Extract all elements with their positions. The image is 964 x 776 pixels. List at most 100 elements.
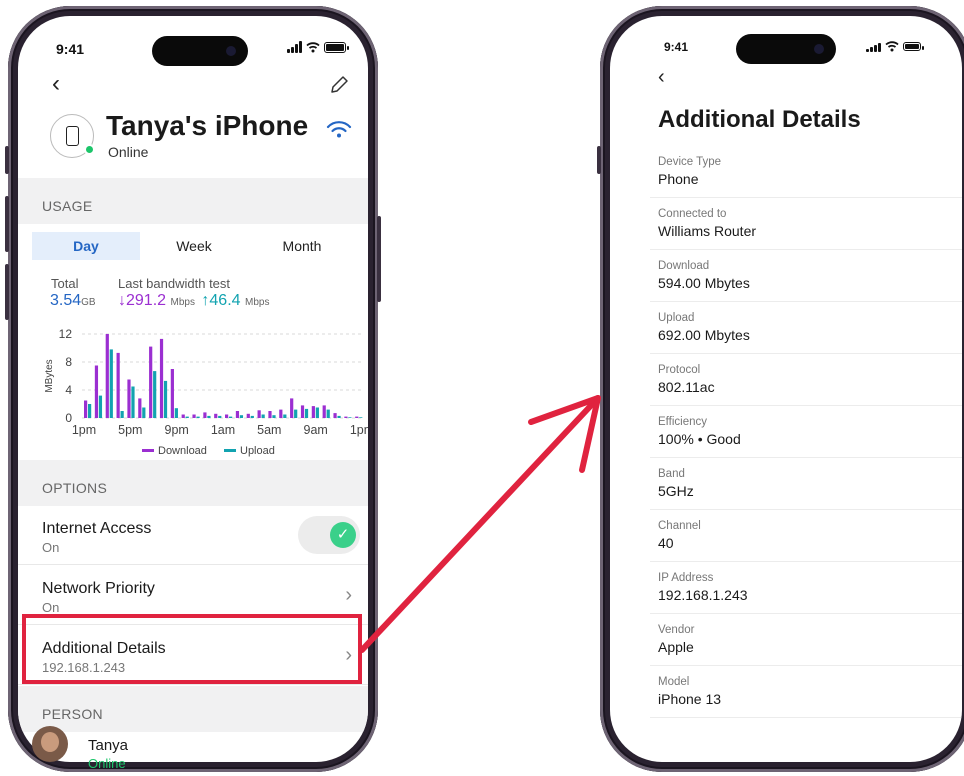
details-screen: 9:41 ‹ Additional Details Device Type Pho… (610, 16, 962, 762)
person-status: Online (88, 756, 126, 771)
x-tick-label: 1pm (350, 423, 368, 437)
cellular-signal-icon (287, 41, 302, 53)
upload-bar (283, 414, 287, 418)
battery-icon (324, 41, 349, 53)
download-bar (225, 414, 229, 418)
detail-value: 192.168.1.243 (658, 587, 748, 603)
download-arrow-icon: ↓ (118, 292, 126, 309)
pencil-icon[interactable] (328, 74, 350, 96)
upload-bar (196, 416, 200, 418)
download-bar (333, 413, 337, 418)
detail-label: Upload (658, 312, 695, 324)
upload-bar (272, 415, 276, 418)
wifi-status-icon (885, 41, 899, 52)
legend-swatch (142, 449, 154, 452)
download-bar (214, 413, 218, 418)
upload-bar (218, 415, 222, 418)
battery-icon (903, 41, 924, 51)
detail-row: Vendor Apple (650, 614, 962, 666)
detail-row: Device Type Phone (650, 146, 962, 198)
x-tick-label: 5am (257, 423, 281, 437)
detail-label: Vendor (658, 624, 695, 636)
detail-value: 692.00 Mbytes (658, 327, 750, 343)
upload-bar (131, 386, 135, 418)
detail-value: 5GHz (658, 483, 694, 499)
detail-value: Phone (658, 171, 699, 187)
download-bar (138, 398, 142, 418)
download-bar (149, 346, 153, 418)
back-chevron-icon[interactable]: ‹ (52, 70, 60, 98)
download-bar (203, 412, 207, 418)
upload-bar (88, 404, 92, 418)
device-status: Online (108, 144, 149, 160)
download-bar (105, 334, 109, 418)
download-bar (116, 352, 120, 418)
upload-bar (98, 395, 103, 418)
detail-row: Band 5GHz (650, 458, 962, 510)
usage-period-tabs: Day Week Month (32, 232, 356, 260)
upload-bar (337, 415, 341, 418)
upload-bar (229, 416, 233, 418)
download-speed: 291.2 (126, 292, 167, 309)
x-tick-label: 5pm (118, 423, 142, 437)
total-amount: 3.54 (50, 292, 82, 309)
download-bar (127, 379, 131, 418)
detail-label: Channel (658, 520, 701, 532)
tab-week[interactable]: Week (140, 232, 248, 260)
right-phone-frame: 9:41 ‹ Additional Details Device Type Pho… (597, 6, 964, 772)
detail-row: Download 594.00 Mbytes (650, 250, 962, 302)
download-bar (192, 414, 196, 418)
back-chevron-icon[interactable]: ‹ (658, 66, 665, 89)
x-tick-label: 9pm (165, 423, 189, 437)
download-bar (257, 410, 261, 418)
legend-label: Download (158, 445, 207, 457)
detail-row: Efficiency 100% • Good (650, 406, 962, 458)
dynamic-island (152, 36, 248, 66)
detail-value: 802.11ac (658, 379, 715, 395)
detail-row: Upload 692.00 Mbytes (650, 302, 962, 354)
download-bar (300, 405, 305, 418)
usage-bar-chart: 04812MBytes1pm5pm9pm1am5am9am1pmDownload… (44, 327, 368, 457)
download-bar (235, 411, 240, 418)
page-title: Additional Details (658, 106, 861, 133)
power-button (377, 216, 381, 302)
upload-bar (326, 409, 330, 418)
tab-month[interactable]: Month (248, 232, 356, 260)
network-priority-status: On (42, 600, 60, 615)
x-tick-label: 9am (304, 423, 328, 437)
detail-label: Model (658, 676, 690, 688)
detail-label: IP Address (658, 572, 714, 584)
detail-row: Connected to Williams Router (650, 198, 962, 250)
total-value: 3.54GB (50, 292, 96, 310)
download-bar (159, 338, 164, 418)
dynamic-island (736, 34, 836, 64)
device-name: Tanya's iPhone (106, 110, 309, 141)
download-bar (344, 416, 348, 418)
detail-label: Band (658, 468, 685, 480)
upload-bar (261, 414, 265, 418)
status-time: 9:41 (56, 41, 85, 57)
device-avatar (50, 114, 95, 158)
upload-bar (207, 415, 211, 418)
detail-label: Download (658, 260, 710, 272)
upload-bar (174, 408, 178, 418)
download-bar (290, 398, 294, 418)
detail-value: Williams Router (658, 223, 757, 239)
tab-day[interactable]: Day (32, 232, 140, 260)
detail-label: Efficiency (658, 416, 708, 428)
total-unit: GB (81, 297, 96, 308)
usage-section-header: USAGE (18, 178, 368, 224)
action-button (597, 146, 601, 174)
download-bar (355, 416, 359, 418)
person-section-header: PERSON (18, 686, 368, 732)
network-priority-title: Network Priority (42, 580, 155, 597)
upload-speed: 46.4 (209, 292, 241, 309)
detail-label: Connected to (658, 208, 727, 220)
internet-access-row[interactable]: Internet Access On ✓ (18, 506, 368, 565)
y-tick-label: 8 (65, 355, 72, 369)
phone-icon (66, 126, 79, 146)
y-tick-label: 4 (65, 383, 72, 397)
legend-label: Upload (240, 445, 275, 457)
internet-access-toggle[interactable]: ✓ (298, 516, 360, 554)
x-tick-label: 1am (211, 423, 235, 437)
